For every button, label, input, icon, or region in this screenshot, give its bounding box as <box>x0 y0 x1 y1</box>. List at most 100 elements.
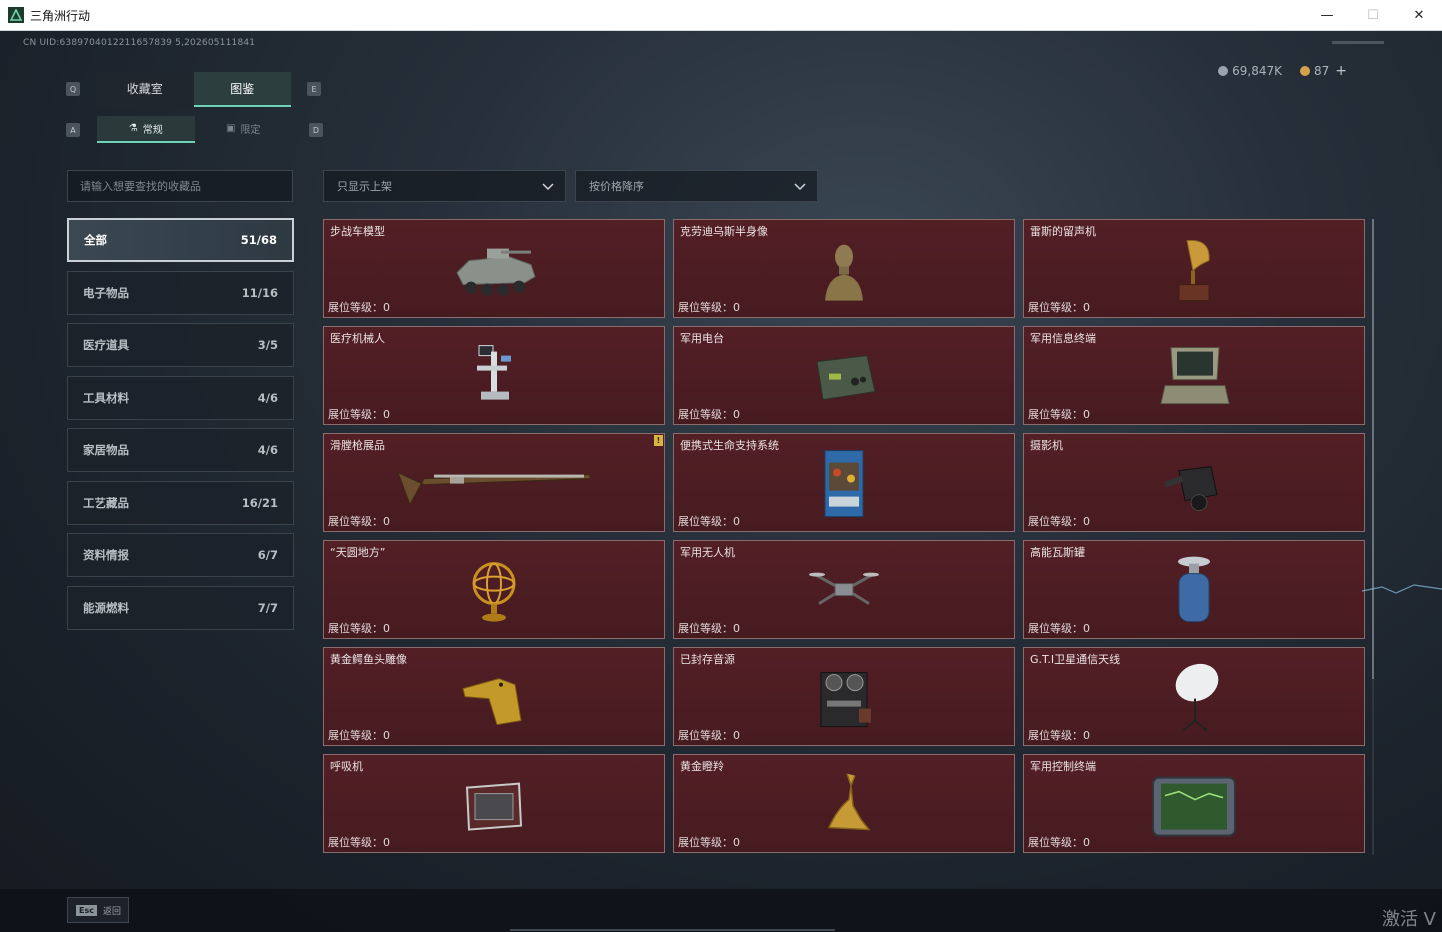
item-name: 克劳迪乌斯半身像 <box>680 225 768 238</box>
item-name: 军用控制终端 <box>1030 760 1096 773</box>
tab-codex[interactable]: 图鉴 <box>193 72 291 107</box>
sub-tabs: ⚗ 常规 ▣ 限定 <box>97 116 292 143</box>
item-card[interactable]: 军用电台 展位等级：0 <box>673 326 1015 425</box>
item-level: 展位等级：0 <box>1028 729 1090 742</box>
chevron-down-icon <box>542 183 554 191</box>
item-card[interactable]: G.T.I卫星通信天线 展位等级：0 <box>1023 647 1365 746</box>
item-card[interactable]: 高能瓦斯罐 展位等级：0 <box>1023 540 1365 639</box>
minimize-button[interactable]: — <box>1304 0 1350 30</box>
bottom-bar <box>0 889 1442 932</box>
sort-dropdown[interactable]: 按价格降序 <box>575 170 818 202</box>
item-level: 展位等级：0 <box>678 515 740 528</box>
item-card[interactable]: 呼吸机 展位等级：0 <box>323 754 665 853</box>
gazelle-statue-icon <box>827 772 871 830</box>
item-card[interactable]: 黄金瞪羚 展位等级：0 <box>673 754 1015 853</box>
add-currency-button[interactable]: + <box>1335 63 1347 79</box>
item-name: 黄金鳄鱼头雕像 <box>330 653 407 666</box>
satellite-dish-icon <box>1175 663 1219 731</box>
category-all[interactable]: 全部 51/68 <box>67 218 294 262</box>
item-card[interactable]: “天圆地方” 展位等级：0 <box>323 540 665 639</box>
item-card[interactable]: 便携式生命支持系统 展位等级：0 <box>673 433 1015 532</box>
item-name: 医疗机械人 <box>330 332 385 345</box>
game-viewport: CN UID:6389704012211657839 5,20260511184… <box>0 31 1442 932</box>
maximize-button[interactable]: ☐ <box>1350 0 1396 30</box>
category-label: 工艺藏品 <box>83 495 129 510</box>
category-count: 51/68 <box>240 233 277 247</box>
category-fuel[interactable]: 能源燃料 7/7 <box>67 585 294 630</box>
item-level: 展位等级：0 <box>678 836 740 849</box>
subtab-regular-label: 常规 <box>142 125 163 136</box>
category-label: 全部 <box>84 233 107 247</box>
close-button[interactable]: ✕ <box>1396 0 1442 30</box>
category-household[interactable]: 家居物品 4/6 <box>67 428 294 472</box>
grid-scrollbar[interactable] <box>1372 219 1374 855</box>
item-card[interactable]: 雷斯的留声机 展位等级：0 <box>1023 219 1365 318</box>
category-medical[interactable]: 医疗道具 3/5 <box>67 323 294 367</box>
item-name: G.T.I卫星通信天线 <box>1030 653 1121 666</box>
item-card[interactable]: 军用无人机 展位等级：0 <box>673 540 1015 639</box>
main-tabs: 收藏室 图鉴 <box>96 72 291 107</box>
category-count: 6/7 <box>257 548 278 562</box>
item-level: 展位等级：0 <box>1028 301 1090 314</box>
item-name: 黄金瞪羚 <box>680 760 724 773</box>
item-level: 展位等级：0 <box>328 622 390 635</box>
tab-prev-key-hint: Q <box>66 82 80 96</box>
subtab-limited-label: 限定 <box>240 125 261 136</box>
category-label: 家居物品 <box>83 443 129 457</box>
item-level: 展位等级：0 <box>328 515 390 528</box>
back-button[interactable]: Esc 返回 <box>67 897 129 923</box>
item-level: 展位等级：0 <box>1028 622 1090 635</box>
control-terminal-icon <box>1152 776 1236 837</box>
armored-vehicle-icon <box>456 248 536 296</box>
item-card[interactable]: 军用控制终端 展位等级：0 <box>1023 754 1365 853</box>
subtab-limited[interactable]: ▣ 限定 <box>195 116 293 143</box>
image-icon: ▣ <box>226 123 236 134</box>
shelf-filter-dropdown[interactable]: 只显示上架 <box>323 170 566 202</box>
category-label: 能源燃料 <box>83 600 129 615</box>
life-support-icon <box>824 449 864 517</box>
back-label: 返回 <box>102 906 121 917</box>
item-card[interactable]: 医疗机械人 展位等级：0 <box>323 326 665 425</box>
item-card[interactable]: 滑膛枪展品 ! 展位等级：0 <box>323 433 665 532</box>
item-name: 军用信息终端 <box>1030 332 1096 345</box>
category-count: 11/16 <box>241 285 278 300</box>
item-card[interactable]: 克劳迪乌斯半身像 展位等级：0 <box>673 219 1015 318</box>
category-label: 医疗道具 <box>83 338 129 352</box>
category-intel[interactable]: 资料情报 6/7 <box>67 533 294 577</box>
item-card[interactable]: 步战车模型 展位等级：0 <box>323 219 665 318</box>
camera-icon <box>1164 465 1218 511</box>
item-card[interactable]: 军用信息终端 展位等级：0 <box>1023 326 1365 425</box>
category-electronics[interactable]: 电子物品 11/16 <box>67 270 294 315</box>
item-card[interactable]: 黄金鳄鱼头雕像 展位等级：0 <box>323 647 665 746</box>
silver-coin-icon <box>1218 66 1229 76</box>
subtab-next-key-hint: D <box>309 123 323 137</box>
item-level: 展位等级：0 <box>1028 515 1090 528</box>
item-level: 展位等级：0 <box>328 408 390 421</box>
currency-bar: 69,847K 87 + <box>1218 63 1347 79</box>
category-count: 16/21 <box>241 495 278 510</box>
search-input[interactable]: 请输入想要查找的收藏品 <box>67 170 293 202</box>
category-tools[interactable]: 工具材料 4/6 <box>67 375 294 420</box>
category-crafts[interactable]: 工艺藏品 16/21 <box>67 480 294 525</box>
collection-grid: 步战车模型 展位等级：0 克劳迪乌斯半身像 展位等级：0 雷斯的留声机 展位等级… <box>323 219 1365 853</box>
subtab-regular[interactable]: ⚗ 常规 <box>97 116 195 143</box>
radio-icon <box>816 354 876 400</box>
tab-collection-room[interactable]: 收藏室 <box>96 72 194 107</box>
item-level: 展位等级：0 <box>678 301 740 314</box>
category-count: 4/6 <box>257 443 278 457</box>
category-count: 3/5 <box>257 338 278 352</box>
item-name: 滑膛枪展品 <box>330 439 385 452</box>
window-titlebar: 三角洲行动 — ☐ ✕ <box>0 0 1442 31</box>
item-card[interactable]: 已封存音源 展位等级：0 <box>673 647 1015 746</box>
item-name: 呼吸机 <box>330 760 363 773</box>
item-name: “天圆地方” <box>330 546 386 559</box>
category-count: 4/6 <box>257 390 278 405</box>
reel-recorder-icon <box>820 671 871 727</box>
window-title: 三角洲行动 <box>30 8 91 23</box>
item-level: 展位等级：0 <box>678 408 740 421</box>
ventilator-icon <box>465 782 523 831</box>
item-level: 展位等级：0 <box>678 622 740 635</box>
item-card[interactable]: 摄影机 展位等级：0 <box>1023 433 1365 532</box>
currency-b: 87 + <box>1299 63 1347 79</box>
armillary-sphere-icon <box>472 561 516 622</box>
